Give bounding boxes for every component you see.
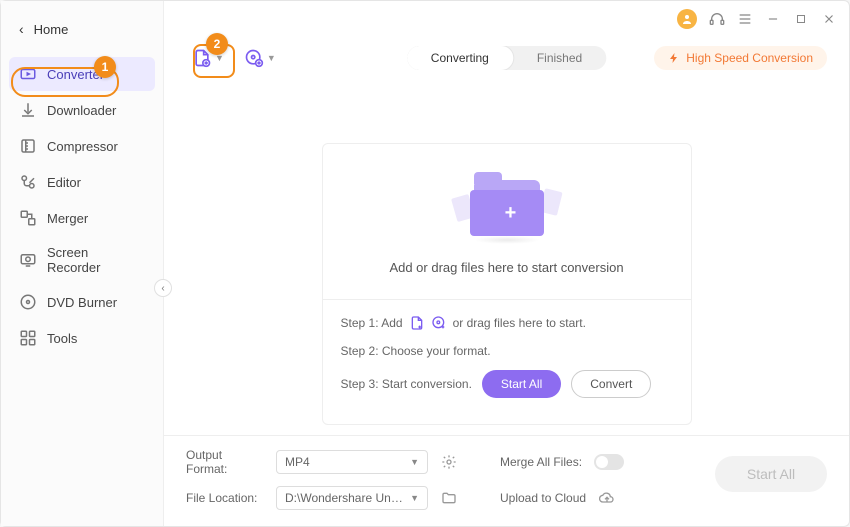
nav-label: Merger xyxy=(47,211,88,226)
sidebar-item-downloader[interactable]: Downloader xyxy=(9,93,155,127)
dvd-icon xyxy=(19,293,37,311)
nav-label: DVD Burner xyxy=(47,295,117,310)
content-area: + Add or drag files here to start conver… xyxy=(164,79,849,435)
minimize-icon[interactable] xyxy=(765,11,781,27)
chevron-down-icon: ▼ xyxy=(267,53,276,63)
chevron-down-icon: ▼ xyxy=(410,457,419,467)
step1-suffix: or drag files here to start. xyxy=(453,314,586,332)
merger-icon xyxy=(19,209,37,227)
lightning-icon xyxy=(668,52,680,64)
sidebar-item-tools[interactable]: Tools xyxy=(9,321,155,355)
dropzone-headline: Add or drag files here to start conversi… xyxy=(389,260,623,275)
menu-icon[interactable] xyxy=(737,11,753,27)
avatar-icon[interactable] xyxy=(677,9,697,29)
titlebar xyxy=(164,1,849,37)
file-location-select[interactable]: D:\Wondershare UniConverter 1 ▼ xyxy=(276,486,428,510)
chevron-left-icon: ‹ xyxy=(19,21,24,37)
step-3: Step 3: Start conversion. Start All Conv… xyxy=(341,370,673,398)
home-label: Home xyxy=(34,22,69,37)
screen-recorder-icon xyxy=(19,251,37,269)
sidebar: ‹ Home Converter Downloader Compres xyxy=(1,1,164,526)
tab-converting[interactable]: Converting xyxy=(407,46,513,70)
upload-label: Upload to Cloud xyxy=(500,491,586,505)
dropzone-top: + Add or drag files here to start conver… xyxy=(323,144,691,299)
nav-list: Converter Downloader Compressor Editor xyxy=(1,57,163,355)
step3-text: Step 3: Start conversion. xyxy=(341,375,472,393)
sidebar-item-compressor[interactable]: Compressor xyxy=(9,129,155,163)
nav-label: Tools xyxy=(47,331,77,346)
step-1: Step 1: Add or drag files here to start. xyxy=(341,314,673,332)
tab-switcher: Converting Finished xyxy=(407,46,606,70)
dropzone[interactable]: + Add or drag files here to start conver… xyxy=(322,143,692,425)
close-icon[interactable] xyxy=(821,11,837,27)
step1-prefix: Step 1: Add xyxy=(341,314,403,332)
folder-illustration: + xyxy=(452,166,562,246)
merge-toggle[interactable] xyxy=(594,454,624,470)
home-button[interactable]: ‹ Home xyxy=(1,15,163,43)
callout-badge-2: 2 xyxy=(206,33,228,55)
editor-icon xyxy=(19,173,37,191)
output-format-value: MP4 xyxy=(285,455,310,469)
add-file-icon xyxy=(409,315,425,331)
step-2: Step 2: Choose your format. xyxy=(341,342,673,360)
start-all-button[interactable]: Start All xyxy=(715,456,827,492)
nav-label: Editor xyxy=(47,175,81,190)
sidebar-item-merger[interactable]: Merger xyxy=(9,201,155,235)
tools-icon xyxy=(19,329,37,347)
speed-label: High Speed Conversion xyxy=(686,51,813,65)
sidebar-item-editor[interactable]: Editor xyxy=(9,165,155,199)
high-speed-badge[interactable]: High Speed Conversion xyxy=(654,46,827,70)
compressor-icon xyxy=(19,137,37,155)
nav-label: Compressor xyxy=(47,139,118,154)
plus-icon: + xyxy=(502,204,520,222)
converter-icon xyxy=(19,65,37,83)
merge-label: Merge All Files: xyxy=(500,455,582,469)
toolbar: ▼ ▼ Converting Finished High Speed Conve… xyxy=(164,37,849,79)
headset-icon[interactable] xyxy=(709,11,725,27)
add-dvd-button[interactable]: ▼ xyxy=(238,44,282,72)
convert-pill[interactable]: Convert xyxy=(571,370,651,398)
sidebar-item-dvdburner[interactable]: DVD Burner xyxy=(9,285,155,319)
file-location-value: D:\Wondershare UniConverter 1 xyxy=(285,491,405,505)
start-all-pill[interactable]: Start All xyxy=(482,370,561,398)
nav-label: Screen Recorder xyxy=(47,245,145,275)
file-location-label: File Location: xyxy=(186,491,264,505)
chevron-down-icon: ▼ xyxy=(410,493,419,503)
settings-icon[interactable] xyxy=(440,453,458,471)
dropzone-steps: Step 1: Add or drag files here to start.… xyxy=(323,299,691,424)
add-dvd-icon xyxy=(431,315,447,331)
app-window: ‹ Home Converter Downloader Compres xyxy=(0,0,850,527)
nav-label: Downloader xyxy=(47,103,116,118)
maximize-icon[interactable] xyxy=(793,11,809,27)
output-format-select[interactable]: MP4 ▼ xyxy=(276,450,428,474)
tab-finished[interactable]: Finished xyxy=(513,46,606,70)
folder-open-icon[interactable] xyxy=(440,489,458,507)
main-panel: ▼ ▼ Converting Finished High Speed Conve… xyxy=(164,1,849,526)
output-format-label: Output Format: xyxy=(186,448,264,476)
download-icon xyxy=(19,101,37,119)
sidebar-item-converter[interactable]: Converter xyxy=(9,57,155,91)
cloud-upload-icon[interactable] xyxy=(598,489,616,507)
callout-badge-1: 1 xyxy=(94,56,116,78)
sidebar-item-screenrecorder[interactable]: Screen Recorder xyxy=(9,237,155,283)
footer: Output Format: MP4 ▼ Merge All Files: Fi… xyxy=(164,435,849,526)
